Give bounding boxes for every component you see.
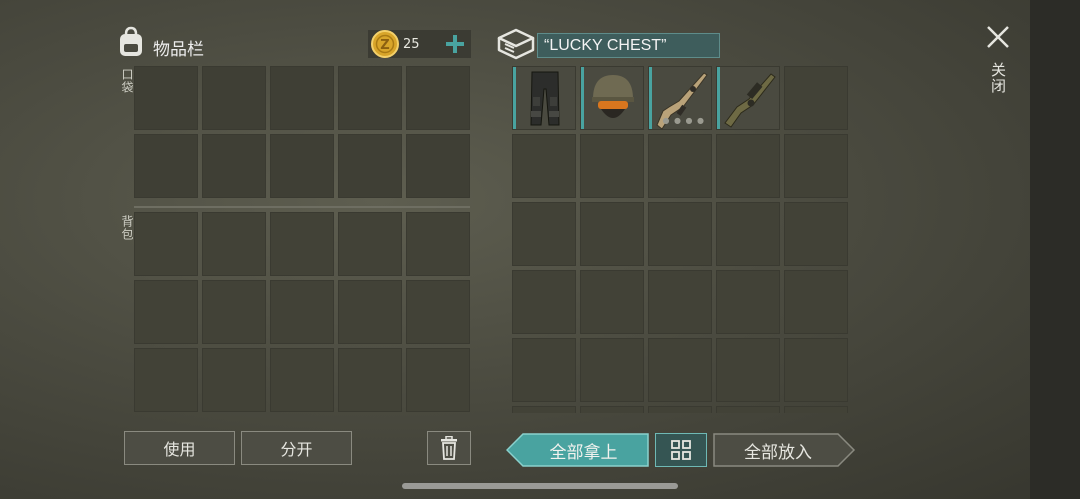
chest-slot[interactable] (648, 134, 712, 198)
close-icon (987, 26, 1009, 48)
inventory-divider (134, 206, 470, 208)
chest-icon (497, 26, 535, 64)
put-all-label: 全部放入 (744, 442, 812, 463)
ammo-dots: ● ● ● ● (662, 116, 705, 125)
backpack-slot[interactable] (202, 348, 266, 412)
pocket-slot[interactable] (338, 134, 402, 198)
chest-slot[interactable] (512, 338, 576, 402)
right-side-strip (1030, 0, 1080, 499)
backpack-slot[interactable] (338, 348, 402, 412)
chest-slot[interactable] (784, 406, 848, 413)
trash-icon (441, 436, 457, 460)
chest-slot[interactable] (784, 338, 848, 402)
pocket-slot[interactable] (406, 134, 470, 198)
coin-icon: Z (370, 29, 400, 63)
chest-slot[interactable] (580, 202, 644, 266)
backpack-slot[interactable] (134, 280, 198, 344)
backpack-slot[interactable] (134, 348, 198, 412)
chest-slot-tactical-pants[interactable] (512, 66, 576, 130)
svg-text:Z: Z (380, 38, 389, 53)
chest-slot[interactable] (784, 202, 848, 266)
chest-grid: ● ● ● ● (512, 66, 849, 413)
pocket-slot[interactable] (406, 66, 470, 130)
take-all-button[interactable]: 全部拿上 (506, 433, 649, 467)
backpack-slot[interactable] (270, 212, 334, 276)
chest-slot[interactable] (512, 406, 576, 413)
home-indicator[interactable] (402, 483, 678, 489)
chest-slot-military-helmet[interactable] (580, 66, 644, 130)
backpack-slot[interactable] (134, 212, 198, 276)
backpack-slot[interactable] (270, 348, 334, 412)
backpack-slot[interactable] (406, 212, 470, 276)
chest-slot[interactable] (784, 134, 848, 198)
pocket-slot[interactable] (338, 66, 402, 130)
chest-slot[interactable] (580, 270, 644, 334)
chest-slot[interactable] (512, 270, 576, 334)
pocket-slot[interactable] (134, 134, 198, 198)
chest-slot[interactable] (716, 406, 780, 413)
tactical-pants-icon (530, 71, 560, 126)
chest-slot[interactable] (580, 406, 644, 413)
inventory-title: 物品栏 (153, 40, 204, 60)
add-coins-button[interactable] (443, 31, 467, 57)
sort-grid-button[interactable] (655, 433, 707, 467)
chest-slot-assault-rifle[interactable]: ● ● ● ● (648, 66, 712, 130)
pocket-slot[interactable] (134, 66, 198, 130)
pocket-grid (134, 66, 470, 198)
pocket-slot[interactable] (202, 66, 266, 130)
grenade-launcher-icon (724, 73, 776, 128)
chest-slot[interactable] (784, 66, 848, 130)
backpack-slot[interactable] (406, 348, 470, 412)
trash-button[interactable] (427, 431, 471, 465)
put-all-button[interactable]: 全部放入 (713, 433, 856, 467)
chest-slot[interactable] (648, 338, 712, 402)
backpack-slot[interactable] (202, 212, 266, 276)
military-helmet-icon (592, 75, 634, 118)
chest-slot[interactable] (716, 202, 780, 266)
chest-slot[interactable] (716, 338, 780, 402)
chest-slot[interactable] (648, 406, 712, 413)
backpack-slot[interactable] (270, 280, 334, 344)
chest-slot[interactable] (512, 134, 576, 198)
backpack-slot[interactable] (338, 280, 402, 344)
coin-count: 25 (403, 37, 420, 52)
backpack-icon (116, 26, 146, 62)
pocket-slot[interactable] (270, 66, 334, 130)
chest-name-field: “LUCKY CHEST” (537, 33, 720, 58)
chest-slot-grenade-launcher[interactable] (716, 66, 780, 130)
take-all-label: 全部拿上 (549, 442, 618, 463)
chest-slot[interactable] (648, 270, 712, 334)
close-button[interactable] (985, 24, 1011, 50)
use-button[interactable]: 使用 (124, 431, 235, 465)
backpack-slot[interactable] (338, 212, 402, 276)
backpack-grid (134, 212, 470, 412)
backpack-slot[interactable] (202, 280, 266, 344)
grid-icon (671, 440, 691, 460)
split-button[interactable]: 分开 (241, 431, 352, 465)
chest-slot[interactable] (716, 270, 780, 334)
pocket-slot[interactable] (270, 134, 334, 198)
chest-slot[interactable] (784, 270, 848, 334)
chest-slot[interactable] (580, 338, 644, 402)
chest-slot[interactable] (512, 202, 576, 266)
chest-slot[interactable] (580, 134, 644, 198)
backpack-slot[interactable] (406, 280, 470, 344)
close-label[interactable]: 关闭 (988, 62, 1009, 94)
chest-slot[interactable] (648, 202, 712, 266)
chest-slot[interactable] (716, 134, 780, 198)
pocket-slot[interactable] (202, 134, 266, 198)
